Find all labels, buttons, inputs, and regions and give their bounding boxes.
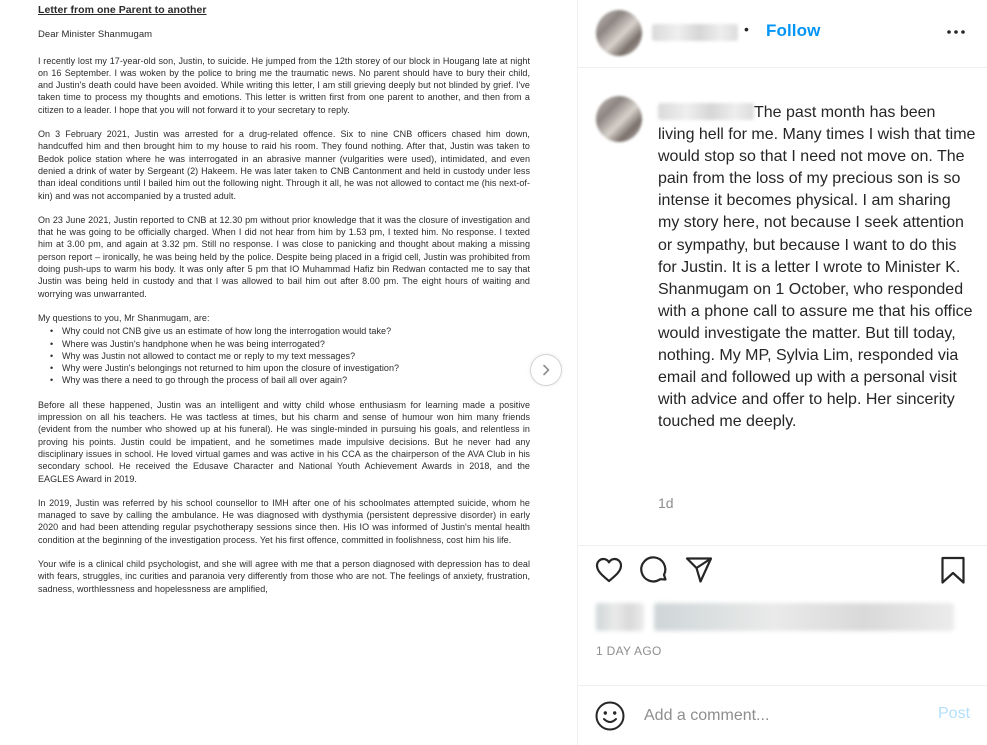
avatar[interactable] (596, 10, 642, 56)
letter-paragraph: Your wife is a clinical child psychologi… (38, 558, 530, 594)
more-options-button[interactable] (944, 20, 968, 44)
post-comment-button[interactable]: Post (938, 705, 970, 723)
post-date[interactable]: 1 DAY AGO (596, 644, 662, 658)
letter-question: Why could not CNB give us an estimate of… (50, 325, 530, 338)
separator-dot: • (744, 21, 749, 37)
letter-questions-list: Why could not CNB give us an estimate of… (50, 325, 530, 387)
heart-icon (595, 557, 623, 583)
letter-document: Letter from one Parent to another Dear M… (38, 4, 530, 607)
instagram-post-modal: Letter from one Parent to another Dear M… (0, 0, 987, 745)
comment-age[interactable]: 1d (658, 495, 674, 511)
liked-by-avatars-blurred[interactable] (596, 603, 644, 631)
add-comment-bar: Post (578, 685, 987, 745)
post-details-panel: • Follow The past month has been living … (578, 0, 987, 745)
letter-question: Why was Justin not allowed to contact me… (50, 350, 530, 363)
post-header: • Follow (578, 0, 987, 68)
chevron-right-icon (543, 364, 550, 376)
caption-comment: The past month has been living hell for … (578, 68, 987, 528)
letter-paragraph: Before all these happened, Justin was an… (38, 399, 530, 484)
comment-input[interactable] (644, 704, 914, 728)
avatar[interactable] (596, 96, 642, 142)
more-options-icon (947, 30, 965, 34)
follow-button[interactable]: Follow (766, 21, 820, 41)
action-bar (578, 545, 987, 591)
letter-paragraph: In 2019, Justin was referred by his scho… (38, 497, 530, 545)
comment-bubble-icon (640, 556, 667, 583)
like-button[interactable] (592, 553, 626, 587)
username-blurred[interactable] (652, 24, 738, 41)
letter-title: Letter from one Parent to another (38, 4, 207, 16)
smiley-icon[interactable] (594, 700, 626, 732)
post-image[interactable]: Letter from one Parent to another Dear M… (0, 0, 578, 745)
bookmark-icon (941, 556, 965, 584)
letter-question: Why was there a need to go through the p… (50, 374, 530, 387)
letter-greeting: Dear Minister Shanmugam (38, 29, 153, 41)
liked-by-text-blurred[interactable] (654, 603, 954, 631)
share-button[interactable] (682, 553, 716, 587)
letter-questions-intro: My questions to you, Mr Shanmugam, are: (38, 312, 210, 323)
letter-question: Why were Justin's belongings not returne… (50, 362, 530, 375)
next-image-button[interactable] (530, 354, 562, 386)
paper-plane-icon (685, 557, 713, 583)
letter-paragraph: On 3 February 2021, Justin was arrested … (38, 129, 530, 201)
comment-button[interactable] (637, 553, 671, 587)
letter-paragraph: I recently lost my 17-year-old son, Just… (38, 55, 530, 115)
letter-paragraph: On 23 June 2021, Justin reported to CNB … (38, 214, 530, 299)
caption-text: The past month has been living hell for … (658, 104, 976, 431)
letter-question: Where was Justin's handphone when he was… (50, 338, 530, 351)
save-button[interactable] (936, 553, 970, 587)
